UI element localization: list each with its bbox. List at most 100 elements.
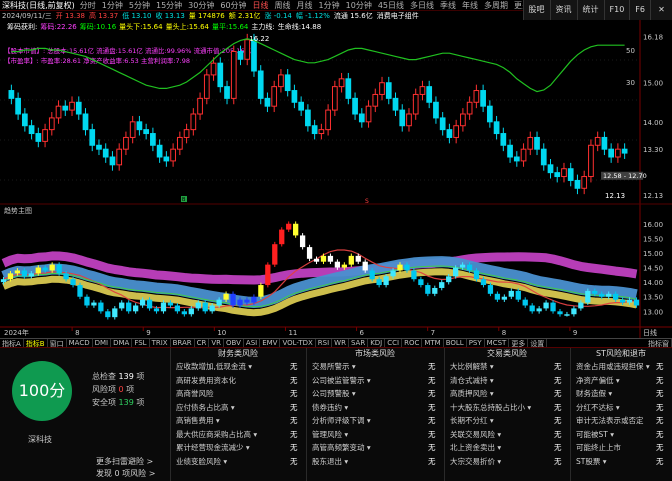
indicator-tab[interactable]: ASI: [244, 339, 261, 347]
risk-item[interactable]: ST股票 ▾ 无: [576, 456, 670, 468]
risk-item[interactable]: 净资产偏低 ▾ 无: [576, 375, 670, 387]
indicator-tab[interactable]: MTM: [422, 339, 444, 347]
risk-item-name: 管理风险 ▾: [312, 429, 349, 439]
risk-item[interactable]: 分析师评级下调 ▾ 无: [312, 415, 442, 427]
sub-candle-body: [383, 276, 389, 286]
risk-item-value: 无: [428, 456, 436, 466]
risk-item[interactable]: 高质押风险 ▾ 无: [450, 388, 568, 400]
period-tab[interactable]: 多周期: [481, 0, 511, 10]
risk-item[interactable]: 最大供应商采购占比高 ▾ 无: [176, 429, 304, 441]
period-tab[interactable]: 15分钟: [153, 0, 185, 10]
risk-item[interactable]: 公司预警股 ▾ 无: [312, 388, 442, 400]
indicator-tab[interactable]: CCI: [385, 339, 403, 347]
risk-item[interactable]: 可能终止上市 无: [576, 442, 670, 454]
period-tab[interactable]: 日线: [250, 0, 272, 10]
indicator-tab[interactable]: DMI: [93, 339, 112, 347]
risk-item[interactable]: 大比例解禁 ▾ 无: [450, 361, 568, 373]
indicator-tab[interactable]: 更多: [509, 339, 529, 347]
risk-item[interactable]: 财务造假 ▾ 无: [576, 388, 670, 400]
candle-body: [190, 113, 197, 131]
legend-item: 生命线:14.88: [278, 22, 321, 31]
risk-column-head: 市场类风险: [355, 349, 395, 358]
period-tab[interactable]: 季线: [437, 0, 459, 10]
risk-item[interactable]: 大宗交易折价 ▾ 无: [450, 456, 568, 468]
y-axis-label: 14.00: [643, 119, 663, 127]
risk-item[interactable]: 累计经营现金流减少 ▾ 无: [176, 442, 304, 454]
risk-item[interactable]: 高研发费用资本化 无: [176, 375, 304, 387]
candle-body: [197, 97, 203, 115]
candle-body: [42, 129, 48, 142]
indicator-tab[interactable]: 指标A: [0, 339, 24, 347]
risk-item[interactable]: 十大股东总持股占比小 ▾ 无: [450, 402, 568, 414]
risk-item[interactable]: 应付债务占比高 ▾ 无: [176, 402, 304, 414]
indicator-tab[interactable]: WR: [332, 339, 349, 347]
candle-body: [69, 101, 75, 111]
period-tab[interactable]: 1分钟: [99, 0, 126, 10]
indicator-tab[interactable]: MCST: [485, 339, 510, 347]
indicator-tab[interactable]: BRAR: [171, 339, 195, 347]
risk-item[interactable]: 高管高频繁变动 ▾ 无: [312, 442, 442, 454]
indicator-tab[interactable]: OBV: [224, 339, 244, 347]
indicator-tab[interactable]: RSI: [316, 339, 333, 347]
risk-item[interactable]: 分红不达标 ▾ 无: [576, 402, 670, 414]
indicator-tab[interactable]: 窗口: [48, 339, 67, 347]
period-list: 分时 1分钟 5分钟 15分钟 30分钟 60分钟 日线 周线 月线 1分钟 10分钟 45日线 多日线…: [77, 0, 533, 10]
risk-item-name: 应付债务占比高 ▾: [176, 402, 235, 412]
main-candlestick-chart[interactable]: 筹码获利: 筹码:22.26 筹码:10.16 量头下:15.64 量头上:15.64 量…: [0, 20, 672, 205]
indicator-tab[interactable]: 设置: [528, 339, 548, 347]
risk-item[interactable]: 关联交易风险 ▾ 无: [450, 429, 568, 441]
period-tab[interactable]: 多日线: [407, 0, 437, 10]
risk-item[interactable]: 可能被ST ▾ 无: [576, 429, 670, 441]
indicator-tab[interactable]: CR: [195, 339, 210, 347]
risk-item[interactable]: 审计无法表示或否定 无: [576, 415, 670, 427]
risk-item[interactable]: 债券违约 ▾ 无: [312, 402, 442, 414]
risk-item[interactable]: 管理风险 ▾ 无: [312, 429, 442, 441]
period-tab[interactable]: 30分钟: [185, 0, 217, 10]
period-tab[interactable]: 1分钟: [316, 0, 343, 10]
period-tab[interactable]: 年线: [459, 0, 481, 10]
indicator-tab[interactable]: FSL: [132, 339, 150, 347]
risk-item[interactable]: 北上资金卖出 ▾ 无: [450, 442, 568, 454]
period-tab[interactable]: 周线: [272, 0, 294, 10]
risk-item[interactable]: 业绩变脸风险 ▾ 无: [176, 456, 304, 468]
risk-item[interactable]: 长期不分红 ▾ 无: [450, 415, 568, 427]
risk-item[interactable]: 高商誉风险 无: [176, 388, 304, 400]
indicator-tab[interactable]: VOL-TDX: [280, 339, 316, 347]
risk-found-link[interactable]: 发现 0 项风险 >: [96, 468, 155, 479]
risk-item-value: 无: [428, 429, 436, 439]
indicator-tab[interactable]: DMA: [111, 339, 133, 347]
period-tab[interactable]: 45日线: [375, 0, 407, 10]
risk-item[interactable]: 应收款增加,低现金流 ▾ 无: [176, 361, 304, 373]
indicator-tab[interactable]: KDJ: [368, 339, 386, 347]
indicator-tab[interactable]: ROC: [402, 339, 423, 347]
candle-body: [62, 105, 69, 111]
risk-item[interactable]: 交易所警示 ▾ 无: [312, 361, 442, 373]
period-tab[interactable]: 分时: [77, 0, 99, 10]
indicator-tab[interactable]: BOLL: [444, 339, 467, 347]
indicator-tab[interactable]: EMV: [260, 339, 281, 347]
indicator-tab[interactable]: VR: [209, 339, 225, 347]
indicator-tab[interactable]: SAR: [349, 339, 369, 347]
risk-item[interactable]: 清仓式减持 ▾ 无: [450, 375, 568, 387]
risk-item[interactable]: 公司被监管警示 ▾ 无: [312, 375, 442, 387]
candle-body: [156, 144, 163, 158]
indicator-tab[interactable]: PSY: [467, 339, 485, 347]
risk-column-head: 交易类风险: [487, 349, 527, 358]
period-tab[interactable]: 5分钟: [126, 0, 153, 10]
indicator-tab[interactable]: 指标B: [24, 339, 48, 347]
sub-y-axis-label: 16.00: [643, 221, 663, 229]
more-scan-link[interactable]: 更多扫雷避险 >: [96, 456, 153, 467]
period-tab[interactable]: 10分钟: [343, 0, 375, 10]
period-tab[interactable]: 月线: [294, 0, 316, 10]
indicator-tab[interactable]: TRIX: [150, 339, 171, 347]
sub-candle-body: [529, 305, 535, 312]
osc-label: 50: [626, 47, 635, 55]
trend-subchart[interactable]: 趋势主图 16.00 15.50 15.00 14.50 14.00 13.50 13.00 2…: [0, 205, 672, 338]
period-tab[interactable]: 60分钟: [217, 0, 249, 10]
indicator-tab[interactable]: MACD: [67, 339, 93, 347]
candle-body: [338, 78, 345, 88]
risk-item[interactable]: 股东退出 ▾ 无: [312, 456, 442, 468]
risk-item[interactable]: 高销售费用 ▾ 无: [176, 415, 304, 427]
indicator-window-toggle[interactable]: 指标窗: [646, 339, 672, 347]
risk-item[interactable]: 资金占用或违规担保 ▾ 无: [576, 361, 670, 373]
